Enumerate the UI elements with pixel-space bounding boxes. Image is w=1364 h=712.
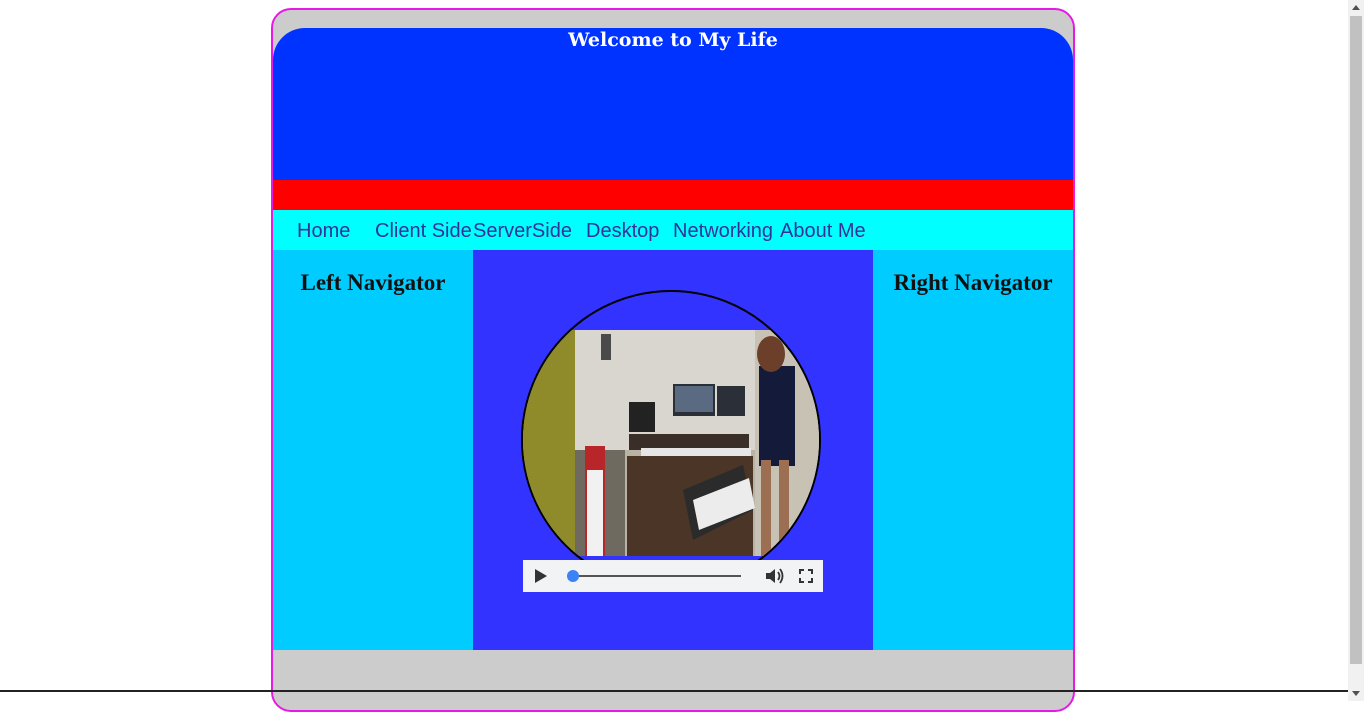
video-progress-thumb[interactable] xyxy=(567,570,579,582)
nav-item-client-side[interactable]: Client Side xyxy=(375,220,472,243)
nav-item-serverside[interactable]: ServerSide xyxy=(473,220,572,243)
volume-icon[interactable] xyxy=(765,567,785,585)
page-scrollbar[interactable] xyxy=(1348,0,1364,701)
header-divider-bar xyxy=(273,180,1073,210)
scrollbar-thumb[interactable] xyxy=(1350,16,1362,664)
nav-item-desktop[interactable]: Desktop xyxy=(586,220,659,243)
left-navigator: Left Navigator xyxy=(273,250,473,650)
page-container: Welcome to My Life Home Client Side Serv… xyxy=(271,8,1075,712)
left-navigator-title: Left Navigator xyxy=(300,270,446,295)
top-navigation: Home Client Side ServerSide Desktop Netw… xyxy=(273,210,1073,250)
video-progress-track[interactable] xyxy=(573,575,741,577)
main-content xyxy=(473,250,873,650)
page-title: Welcome to My Life xyxy=(568,29,778,51)
nav-item-about-me[interactable]: About Me xyxy=(780,220,866,243)
nav-item-home[interactable]: Home xyxy=(297,220,350,243)
video-circle-frame xyxy=(521,290,821,590)
play-icon[interactable] xyxy=(535,569,547,583)
right-navigator-title: Right Navigator xyxy=(893,270,1053,295)
right-navigator: Right Navigator xyxy=(873,250,1073,650)
fullscreen-icon[interactable] xyxy=(799,569,813,583)
video-still xyxy=(523,330,819,556)
nav-item-networking[interactable]: Networking xyxy=(673,220,773,243)
video-controls xyxy=(523,560,823,592)
bottom-edge-line xyxy=(0,690,1348,692)
video-player[interactable] xyxy=(523,330,819,556)
scroll-up-arrow-icon[interactable] xyxy=(1352,5,1360,10)
scroll-down-arrow-icon[interactable] xyxy=(1352,691,1360,696)
header-banner: Welcome to My Life xyxy=(273,28,1073,180)
